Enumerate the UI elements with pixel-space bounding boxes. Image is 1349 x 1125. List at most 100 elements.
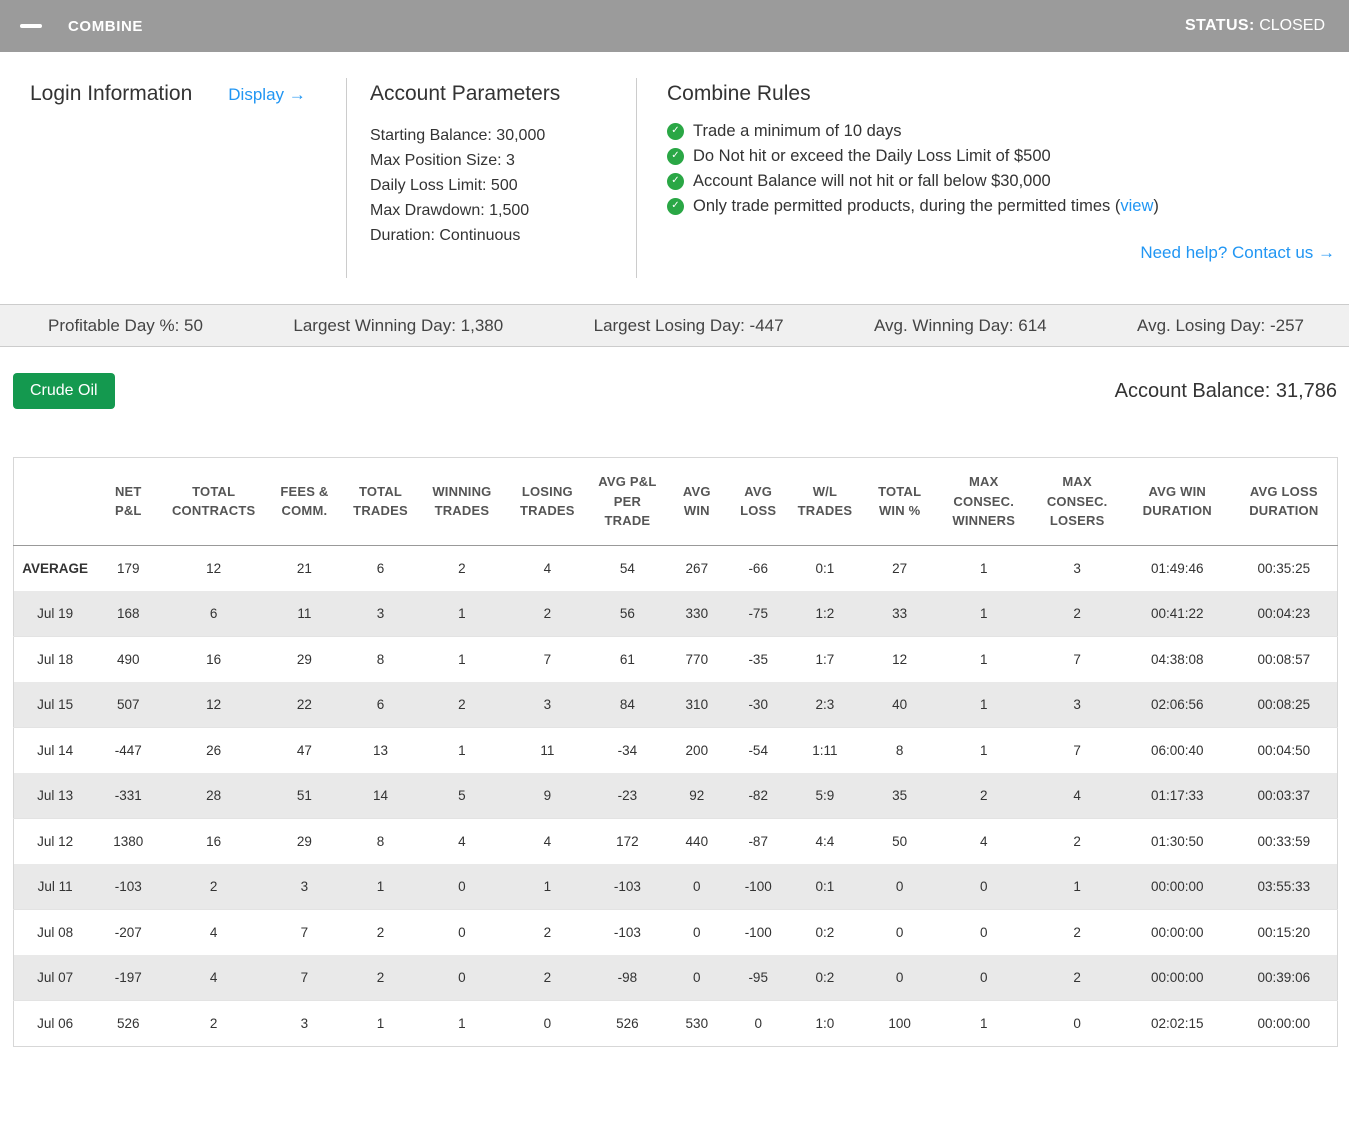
table-cell: 1 xyxy=(979,742,988,758)
table-header-row: NET P&L TOTAL CONTRACTS FEES & COMM. TOTAL … xyxy=(13,458,1338,545)
table-cell: 5:9 xyxy=(815,787,835,803)
table-cell: 50 xyxy=(892,833,908,849)
table-cell: 2 xyxy=(543,924,552,940)
table-cell: 0 xyxy=(543,1015,552,1031)
table-cell: 3 xyxy=(300,878,309,894)
table-cell: 0 xyxy=(754,1015,762,1031)
table-cell: 00:00:00 xyxy=(1150,969,1204,985)
table-row: Jul 13 -331 28 51 14 5 9 -23 92 -82 5:9 35 2 4 01:17:3… xyxy=(13,772,1338,818)
status-value: CLOSED xyxy=(1259,17,1325,34)
table-cell: 7 xyxy=(300,969,309,985)
table-cell: 00:00:00 xyxy=(1257,1015,1311,1031)
table-cell: 0 xyxy=(1073,1015,1081,1031)
table-cell: 2 xyxy=(543,969,552,985)
table-cell: -75 xyxy=(748,605,768,621)
row-label: Jul 13 xyxy=(37,787,74,803)
table-body: AVERAGE 179 12 21 6 2 4 54 267 -66 0:1 27 1 3 01:49:46… xyxy=(13,545,1338,1046)
table-cell: 1:0 xyxy=(815,1015,835,1031)
table-cell: -95 xyxy=(748,969,768,985)
table-cell: 4 xyxy=(458,833,466,849)
table-cell: -98 xyxy=(617,969,638,985)
crude-oil-button[interactable]: Crude Oil xyxy=(13,373,115,409)
stat-avg-winning-day: Avg. Winning Day: 614 xyxy=(873,315,1047,335)
table-row: Jul 12 1380 16 29 8 4 4 172 440 -87 4:4 50 4 2 01:30:5… xyxy=(13,818,1338,864)
table-cell: 4 xyxy=(979,833,988,849)
table-cell: 0:1 xyxy=(815,560,835,576)
page-title: COMBINE xyxy=(68,17,144,35)
table-cell: 1 xyxy=(979,560,988,576)
table-cell: -207 xyxy=(114,924,142,940)
minimize-icon[interactable] xyxy=(20,24,42,28)
table-cell: 2 xyxy=(979,787,988,803)
column-header: AVG LOSS xyxy=(740,483,777,519)
table-cell: 2 xyxy=(1073,605,1081,621)
table-cell: 00:00:00 xyxy=(1150,878,1204,894)
table-cell: 7 xyxy=(1073,742,1081,758)
table-cell: 4 xyxy=(209,924,218,940)
table-cell: 490 xyxy=(117,651,140,667)
table-cell: 530 xyxy=(685,1015,709,1031)
contact-us-link[interactable]: Need help? Contact us → xyxy=(1140,243,1335,262)
table-cell: 0 xyxy=(458,924,466,940)
table-cell: 100 xyxy=(888,1015,911,1031)
table-cell: -23 xyxy=(617,787,638,803)
account-parameters-panel: Account Parameters Starting Balance: 30,… xyxy=(346,78,636,278)
combine-rules-title: Combine Rules xyxy=(667,82,811,105)
table-cell: 2 xyxy=(209,878,218,894)
stat-largest-winning-day: Largest Winning Day: 1,380 xyxy=(293,315,504,335)
table-cell: 1 xyxy=(979,696,988,712)
table-cell: 4 xyxy=(543,560,552,576)
table-cell: 2 xyxy=(376,969,385,985)
param-daily-loss-limit: Daily Loss Limit: 500 xyxy=(370,177,518,194)
table-cell: 0 xyxy=(979,924,988,940)
table-cell: 0 xyxy=(693,878,701,894)
table-cell: -82 xyxy=(748,787,768,803)
table-cell: -103 xyxy=(114,878,142,894)
table-cell: 00:39:06 xyxy=(1257,969,1311,985)
table-cell: 2 xyxy=(209,1015,218,1031)
check-circle-icon xyxy=(667,147,684,165)
column-header: AVG WIN xyxy=(682,483,711,519)
column-header: AVG LOSS DURATION xyxy=(1249,483,1319,519)
table-cell: 267 xyxy=(685,560,709,576)
column-header: W/L TRADES xyxy=(797,483,853,519)
row-label: Jul 19 xyxy=(37,605,74,621)
table-cell: 16 xyxy=(206,651,222,667)
table-cell: 4 xyxy=(543,833,552,849)
display-link[interactable]: Display → xyxy=(228,85,305,105)
account-parameters-title: Account Parameters xyxy=(370,82,561,105)
table-cell: 7 xyxy=(543,651,552,667)
table-cell: 0 xyxy=(895,924,904,940)
column-header: NET P&L xyxy=(114,483,142,519)
table-cell: 6 xyxy=(209,605,218,621)
table-cell: 1 xyxy=(458,651,466,667)
table-cell: 0 xyxy=(693,924,701,940)
rule-text: Trade a minimum of 10 days xyxy=(693,122,902,140)
table-cell: 172 xyxy=(616,833,639,849)
table-cell: 1:11 xyxy=(812,742,838,758)
row-label: Jul 11 xyxy=(37,878,73,894)
table-cell: 27 xyxy=(892,560,908,576)
table-cell: 1 xyxy=(979,651,988,667)
table-cell: 3 xyxy=(543,696,552,712)
stat-largest-losing-day: Largest Losing Day: -447 xyxy=(593,315,784,335)
status-label: STATUS: xyxy=(1184,17,1255,34)
table-row: AVERAGE 179 12 21 6 2 4 54 267 -66 0:1 27 1 3 01:49:46… xyxy=(14,545,1338,591)
table-cell: 1 xyxy=(458,1015,466,1031)
table-cell: 3 xyxy=(1073,560,1081,576)
table-cell: 8 xyxy=(895,742,904,758)
table-row: Jul 19 168 6 11 3 1 2 56 330 -75 1:2 33 1 2 00:41:22 00… xyxy=(13,590,1338,636)
table-cell: 28 xyxy=(206,787,222,803)
table-cell: 2 xyxy=(458,696,466,712)
table-cell: 8 xyxy=(376,833,385,849)
view-link[interactable]: view xyxy=(1120,197,1153,215)
param-max-position-size: Max Position Size: 3 xyxy=(370,152,515,169)
table-cell: -35 xyxy=(748,651,768,667)
table-cell: 1 xyxy=(1073,878,1081,894)
table-cell: 1:2 xyxy=(815,605,835,621)
table-cell: 1 xyxy=(979,605,988,621)
table-cell: 26 xyxy=(206,742,222,758)
row-label: Jul 06 xyxy=(37,1015,74,1031)
table-row: Jul 11 -103 2 3 1 0 1 -103 0 -100 0:1 0 0 1 00:00:00 03… xyxy=(13,863,1338,909)
table-cell: 56 xyxy=(619,605,635,621)
